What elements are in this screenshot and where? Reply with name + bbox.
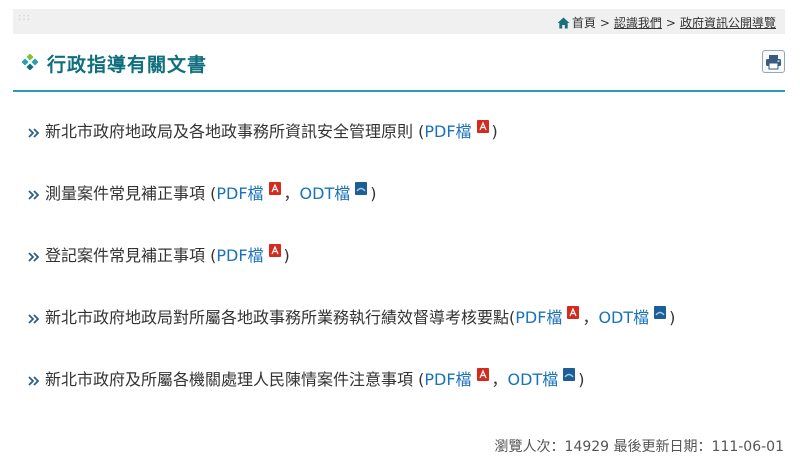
odt-link[interactable]: ODT檔: [300, 182, 351, 206]
breadcrumb-separator: >: [665, 15, 676, 30]
updated-date: 111-06-01: [711, 439, 784, 455]
odt-file-icon[interactable]: [355, 182, 368, 195]
breadcrumb: 首頁 > 認識我們 > 政府資訊公開導覽: [557, 14, 776, 31]
document-close-paren: ): [370, 184, 377, 203]
document-close-paren: ): [491, 122, 498, 141]
odt-link[interactable]: ODT檔: [508, 368, 559, 392]
list-item: 測量案件常見補正事項 ( PDF檔 ， ODT檔 ): [27, 182, 787, 244]
document-close-paren: ): [669, 308, 676, 327]
pdf-file-icon[interactable]: [476, 120, 489, 133]
document-title: 新北市政府及所屬各機關處理人民陳情案件注意事項 (: [45, 370, 425, 389]
pdf-file-icon[interactable]: [268, 182, 281, 195]
views-label: 瀏覽人次：: [494, 439, 565, 455]
odt-file-icon[interactable]: [563, 368, 576, 381]
list-item: 新北市政府地政局及各地政事務所資訊安全管理原則 ( PDF檔 ): [27, 120, 787, 182]
page-header: 行政指導有關文書: [13, 46, 785, 92]
pdf-file-icon[interactable]: [567, 306, 580, 319]
list-item: 新北市政府地政局對所屬各地政事務所業務執行績效督導考核要點( PDF檔 ， OD…: [27, 306, 787, 368]
pdf-link[interactable]: PDF檔: [424, 120, 471, 144]
document-list: 新北市政府地政局及各地政事務所資訊安全管理原則 ( PDF檔 ) 測量案件常見補…: [27, 120, 787, 430]
list-item: 新北市政府及所屬各機關處理人民陳情案件注意事項 ( PDF檔 ， ODT檔 ): [27, 368, 787, 430]
views-count: 14929: [564, 439, 610, 455]
odt-link[interactable]: ODT檔: [598, 306, 649, 330]
document-title: 測量案件常見補正事項 (: [45, 184, 217, 203]
diamond-icon: [22, 54, 38, 70]
pdf-link[interactable]: PDF檔: [515, 306, 562, 330]
breadcrumb-level2[interactable]: 政府資訊公開導覽: [680, 14, 776, 31]
breadcrumb-separator: >: [599, 15, 610, 30]
pdf-link[interactable]: PDF檔: [424, 368, 471, 392]
double-chevron-icon: [28, 190, 40, 200]
odt-file-icon[interactable]: [654, 306, 667, 319]
double-chevron-icon: [28, 128, 40, 138]
printer-icon: [766, 54, 781, 69]
document-separator: ，: [491, 370, 508, 389]
updated-label: 最後更新日期：: [613, 439, 712, 455]
document-title: 新北市政府地政局對所屬各地政事務所業務執行績效督導考核要點(: [45, 308, 516, 327]
pdf-link[interactable]: PDF檔: [216, 244, 263, 268]
home-icon: [557, 17, 570, 28]
bar-handle-icon: :::: [18, 12, 32, 23]
document-separator: ，: [283, 184, 300, 203]
breadcrumb-home[interactable]: 首頁: [572, 14, 596, 31]
document-close-paren: ): [578, 370, 585, 389]
pdf-file-icon[interactable]: [476, 368, 489, 381]
page-title: 行政指導有關文書: [47, 54, 208, 76]
document-close-paren: ): [283, 246, 290, 265]
double-chevron-icon: [28, 314, 40, 324]
double-chevron-icon: [28, 376, 40, 386]
list-item: 登記案件常見補正事項 ( PDF檔 ): [27, 244, 787, 306]
double-chevron-icon: [28, 252, 40, 262]
document-title: 新北市政府地政局及各地政事務所資訊安全管理原則 (: [45, 122, 425, 141]
pdf-link[interactable]: PDF檔: [216, 182, 263, 206]
document-title: 登記案件常見補正事項 (: [45, 246, 217, 265]
print-button[interactable]: [762, 50, 785, 73]
breadcrumb-level1[interactable]: 認識我們: [614, 14, 662, 31]
page-stats: 瀏覽人次：14929 最後更新日期：111-06-01: [495, 436, 784, 456]
document-separator: ，: [582, 308, 599, 327]
pdf-file-icon[interactable]: [268, 244, 281, 257]
breadcrumb-bar: ::: 首頁 > 認識我們 > 政府資訊公開導覽: [13, 9, 785, 34]
